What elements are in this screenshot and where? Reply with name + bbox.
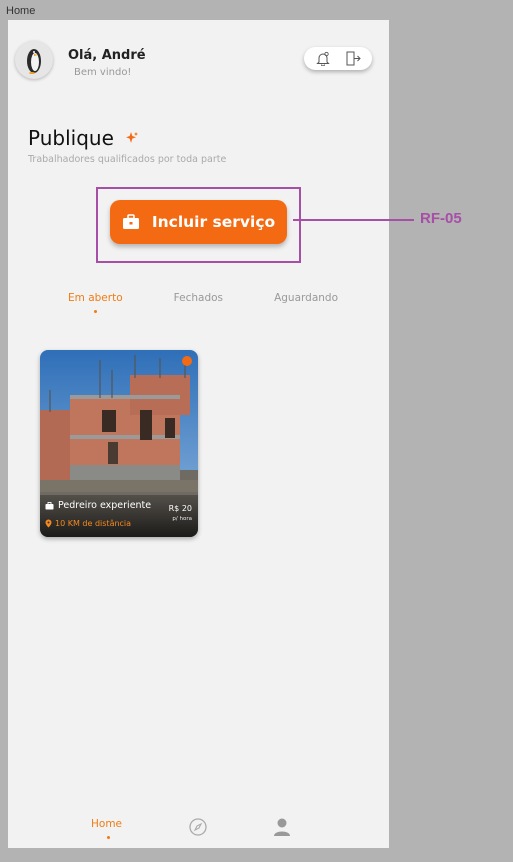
greeting-text: Olá, André (68, 48, 146, 63)
service-card[interactable]: Pedreiro experiente 10 KM de distância R… (40, 350, 198, 537)
status-tabs: Em aberto Fechados Aguardando (68, 292, 338, 313)
tab-waiting[interactable]: Aguardando (274, 292, 338, 304)
page-subtitle: Trabalhadores qualificados por toda part… (28, 154, 227, 165)
header-actions (304, 47, 372, 70)
logout-icon[interactable] (344, 50, 362, 68)
card-distance: 10 KM de distância (55, 519, 132, 528)
card-title: Pedreiro experiente (58, 500, 152, 511)
compass-icon[interactable] (189, 818, 207, 840)
add-service-label: Incluir serviço (151, 213, 276, 231)
location-pin-icon (45, 519, 52, 528)
avatar[interactable] (15, 41, 53, 79)
add-service-button[interactable]: Incluir serviço (110, 200, 287, 244)
annotation-label: RF-05 (420, 210, 462, 227)
page-title: Publique (28, 126, 114, 150)
penguin-icon (27, 49, 41, 74)
card-status-dot (182, 356, 192, 366)
welcome-text: Bem vindo! (74, 67, 132, 78)
profile-icon[interactable] (273, 817, 291, 841)
phone-screen: Olá, André Bem vindo! Publique Trabalhad… (8, 20, 389, 848)
card-price: R$ 20 (168, 504, 192, 513)
card-price-unit: p/ hora (172, 516, 192, 522)
tab-closed[interactable]: Fechados (174, 292, 223, 304)
notification-bell-icon[interactable] (314, 50, 332, 68)
nav-home[interactable]: Home (91, 818, 122, 830)
bottom-nav: Home (8, 810, 389, 840)
nav-active-indicator (107, 836, 110, 839)
card-distance-row: 10 KM de distância (45, 519, 131, 528)
tab-open[interactable]: Em aberto (68, 292, 123, 313)
annotation-connector (293, 219, 414, 221)
card-title-row: Pedreiro experiente (45, 500, 151, 511)
briefcase-icon (45, 501, 54, 509)
frame-label: Home (6, 5, 36, 17)
briefcase-icon (122, 214, 139, 229)
sparkle-icon (126, 132, 138, 143)
